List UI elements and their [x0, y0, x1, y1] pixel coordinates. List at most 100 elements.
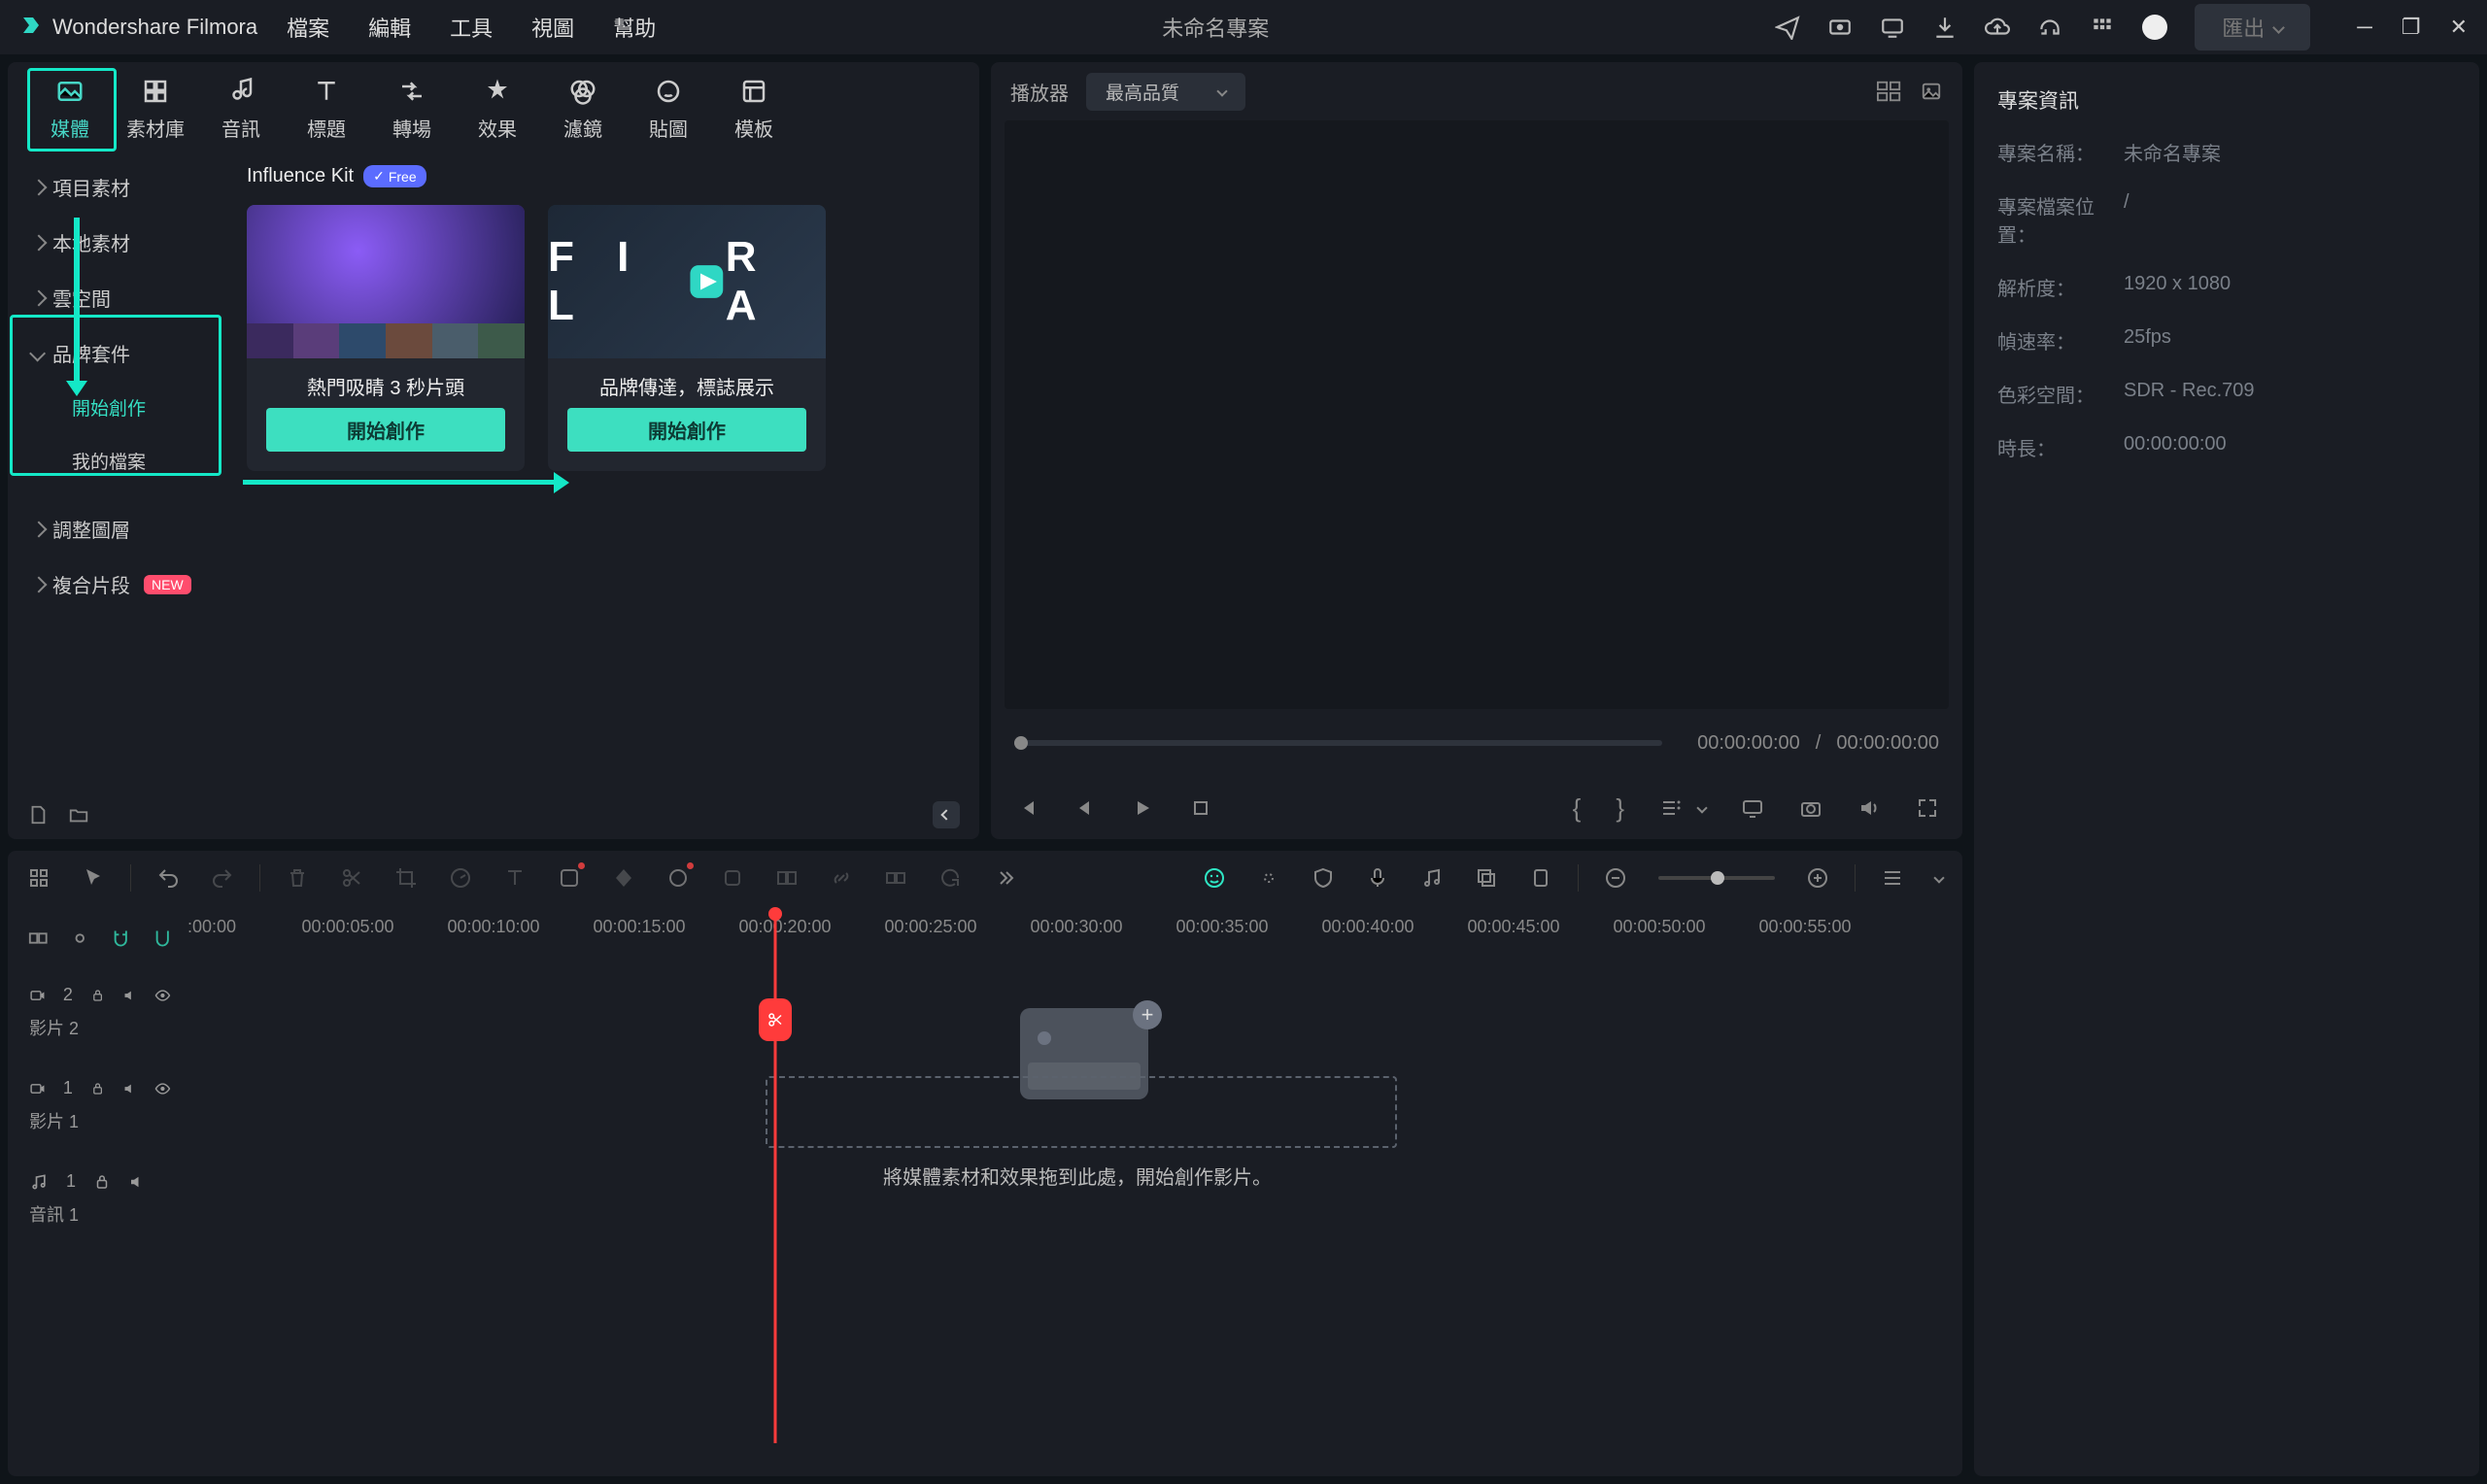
mask-icon[interactable] — [666, 866, 690, 890]
menu-view[interactable]: 視圖 — [531, 12, 574, 43]
drop-zone[interactable] — [766, 1076, 1397, 1148]
send-icon[interactable] — [1775, 15, 1800, 40]
eye-icon[interactable] — [154, 986, 171, 1005]
apps-grid-icon[interactable] — [2090, 15, 2115, 40]
timeline-ruler[interactable]: :00:00 00:00:05:00 00:00:10:00 00:00:15:… — [192, 905, 1962, 971]
tab-sticker[interactable]: 貼圖 — [626, 72, 711, 146]
tab-title[interactable]: 標題 — [284, 72, 369, 146]
card-start-button[interactable]: 開始創作 — [567, 408, 806, 452]
skip-back-icon[interactable] — [1014, 796, 1038, 820]
tree-adjust-layer[interactable]: 調整圖層 — [23, 501, 220, 556]
keyframe-icon[interactable] — [612, 866, 635, 890]
tree-project-media[interactable]: 項目素材 — [23, 159, 220, 215]
magnet-icon[interactable] — [152, 927, 174, 950]
image-icon[interactable] — [1920, 81, 1943, 102]
quality-dropdown[interactable]: 最高品質 — [1086, 73, 1245, 111]
tab-transition[interactable]: 轉場 — [369, 72, 455, 146]
export-button[interactable]: 匯出 — [2195, 4, 2310, 51]
mute-icon[interactable] — [122, 1080, 137, 1097]
list-view-icon[interactable] — [1881, 866, 1904, 890]
volume-icon[interactable] — [1857, 796, 1881, 820]
tree-local-media[interactable]: 本地素材 — [23, 215, 220, 270]
ai-smiley-icon[interactable] — [1203, 866, 1226, 890]
play-icon[interactable] — [1131, 796, 1154, 820]
maximize-icon[interactable]: ❐ — [2402, 15, 2421, 40]
link-icon[interactable] — [830, 866, 853, 890]
minimize-icon[interactable]: ─ — [2357, 15, 2372, 40]
monitor-icon[interactable] — [1741, 796, 1764, 820]
eye-icon[interactable] — [154, 1079, 171, 1098]
card-intro-3sec[interactable]: 熱門吸睛 3 秒片頭 開始創作 — [247, 205, 525, 471]
menu-tools[interactable]: 工具 — [450, 12, 493, 43]
mark-icon[interactable] — [721, 866, 744, 890]
rotate-icon[interactable] — [938, 866, 962, 890]
color-icon[interactable] — [558, 866, 581, 890]
chevron-down-icon[interactable] — [1933, 872, 1944, 883]
undo-icon[interactable] — [156, 866, 180, 890]
tab-effect[interactable]: 效果 — [455, 72, 540, 146]
playhead-head[interactable] — [768, 907, 782, 921]
settings-list-icon[interactable] — [1659, 796, 1683, 820]
record-icon[interactable] — [1827, 15, 1853, 40]
cloud-upload-icon[interactable] — [1985, 15, 2010, 40]
mute-icon[interactable] — [128, 1173, 146, 1191]
expand-icon[interactable] — [1916, 796, 1939, 820]
headphones-icon[interactable] — [2037, 15, 2062, 40]
card-brand-logo[interactable]: F I L R A 品牌傳達，標誌展示 開始創作 — [548, 205, 826, 471]
display-icon[interactable] — [1880, 15, 1905, 40]
download-icon[interactable] — [1932, 15, 1958, 40]
scrubber[interactable] — [1014, 740, 1662, 746]
camera-icon[interactable] — [1799, 796, 1823, 820]
crop-icon[interactable] — [394, 866, 418, 890]
track-header-video1[interactable]: 1 影片 1 — [8, 1064, 192, 1158]
menu-file[interactable]: 檔案 — [287, 12, 329, 43]
mark-in-icon[interactable]: { — [1573, 793, 1582, 824]
add-media-plus-icon[interactable]: + — [1133, 1000, 1162, 1029]
mute-icon[interactable] — [122, 987, 137, 1004]
tab-stock[interactable]: 素材庫 — [113, 72, 198, 146]
frame-back-icon[interactable] — [1073, 796, 1096, 820]
close-icon[interactable]: ✕ — [2450, 15, 2468, 40]
track-header-video2[interactable]: 2 影片 2 — [8, 971, 192, 1064]
shield-icon[interactable] — [1312, 866, 1335, 890]
more-icon[interactable] — [993, 866, 1016, 890]
group-icon[interactable] — [775, 866, 799, 890]
mark-out-icon[interactable]: } — [1616, 793, 1624, 824]
player-viewport[interactable] — [1005, 120, 1949, 709]
avatar[interactable] — [2142, 15, 2167, 40]
timeline-tracks[interactable]: + 將媒體素材和效果拖到此處，開始創作影片。 — [192, 971, 1962, 1476]
chevron-down-icon[interactable] — [1696, 802, 1707, 813]
tree-compound[interactable]: 複合片段NEW — [23, 556, 220, 612]
zoom-slider[interactable] — [1658, 876, 1775, 880]
marker-icon[interactable] — [1529, 866, 1552, 890]
layout-grid-icon[interactable] — [1877, 81, 1902, 102]
zoom-out-icon[interactable] — [1604, 866, 1627, 890]
card-start-button[interactable]: 開始創作 — [266, 408, 505, 452]
link-clips-icon[interactable] — [69, 927, 91, 950]
file-icon[interactable] — [27, 804, 49, 826]
tab-filter[interactable]: 濾鏡 — [540, 72, 626, 146]
menu-help[interactable]: 幫助 — [613, 12, 656, 43]
tab-template[interactable]: 模板 — [711, 72, 797, 146]
redo-icon[interactable] — [211, 866, 234, 890]
tab-audio[interactable]: 音訊 — [198, 72, 284, 146]
cut-handle[interactable] — [759, 998, 792, 1041]
zoom-in-icon[interactable] — [1806, 866, 1829, 890]
track-header-audio1[interactable]: 1 音訊 1 — [8, 1158, 192, 1239]
delete-icon[interactable] — [286, 866, 309, 890]
audio-track-icon[interactable] — [1420, 866, 1444, 890]
lock-icon[interactable] — [93, 1173, 111, 1191]
cursor-icon[interactable] — [82, 866, 105, 890]
menu-edit[interactable]: 編輯 — [368, 12, 411, 43]
speed-icon[interactable] — [449, 866, 472, 890]
mic-icon[interactable] — [1366, 866, 1389, 890]
lock-icon[interactable] — [90, 987, 105, 1004]
sun-icon[interactable] — [1257, 866, 1280, 890]
back-button[interactable] — [933, 801, 960, 828]
ripple-icon[interactable] — [27, 927, 50, 950]
cut-icon[interactable] — [340, 866, 363, 890]
select-tool-icon[interactable] — [27, 866, 51, 890]
snap-icon[interactable] — [110, 927, 132, 950]
stop-icon[interactable] — [1189, 796, 1212, 820]
compound-icon[interactable] — [884, 866, 907, 890]
